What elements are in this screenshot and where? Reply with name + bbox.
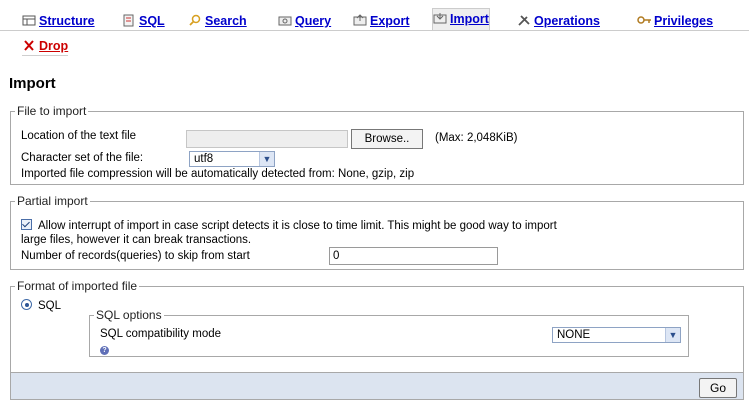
file-to-import-fieldset: File to import Location of the text file…	[10, 104, 744, 185]
file-location-row: Location of the text file Browse.. (Max:…	[21, 129, 741, 149]
allow-interrupt-row: Allow interrupt of import in case script…	[21, 219, 557, 233]
compat-mode-label: SQL compatibility mode	[100, 328, 222, 340]
format-legend: Format of imported file	[15, 279, 140, 293]
sql-options-legend: SQL options	[94, 308, 164, 322]
sql-options-fieldset: SQL options SQL compatibility mode ? NON…	[89, 308, 689, 357]
tab-import[interactable]: Import	[432, 8, 490, 31]
allow-interrupt-checkbox[interactable]	[21, 219, 32, 230]
table-structure-icon	[22, 15, 36, 26]
tab-divider	[0, 30, 749, 31]
help-icon[interactable]: ?	[100, 346, 109, 355]
partial-import-fieldset: Partial import Allow interrupt of import…	[10, 194, 744, 270]
max-size-note: (Max: 2,048KiB)	[435, 132, 518, 144]
file-to-import-legend: File to import	[15, 104, 89, 118]
charset-select[interactable]: utf8 ▼	[189, 151, 275, 167]
format-fieldset: Format of imported file SQL SQL options …	[10, 279, 744, 376]
tab-privileges[interactable]: Privileges	[637, 12, 714, 31]
tab-bar: Structure SQL Search Query Export Import…	[0, 8, 749, 60]
tab-export[interactable]: Export	[353, 12, 410, 31]
export-icon	[353, 14, 367, 26]
privileges-icon	[637, 16, 651, 24]
skip-records-label: Number of records(queries) to skip from …	[21, 250, 250, 262]
format-sql-option[interactable]: SQL	[21, 299, 61, 313]
skip-records-row: Number of records(queries) to skip from …	[21, 247, 741, 265]
compat-mode-select[interactable]: NONE ▼	[552, 327, 681, 343]
search-icon	[189, 14, 201, 26]
query-icon	[278, 16, 292, 26]
chevron-down-icon: ▼	[259, 152, 274, 166]
charset-value: utf8	[194, 153, 214, 165]
go-button[interactable]: Go	[699, 378, 737, 398]
tab-drop[interactable]: Drop	[22, 37, 69, 56]
operations-icon	[518, 15, 530, 26]
sql-icon	[123, 14, 134, 27]
compression-note: Imported file compression will be automa…	[21, 168, 415, 180]
chevron-down-icon: ▼	[665, 328, 680, 342]
file-location-label: Location of the text file	[21, 130, 137, 142]
file-path-input[interactable]	[186, 130, 348, 148]
allow-interrupt-label-line2: large files, however it can break transa…	[21, 234, 252, 246]
tab-query[interactable]: Query	[278, 12, 332, 31]
sql-radio-label: SQL	[38, 300, 62, 312]
allow-interrupt-label-line1: Allow interrupt of import in case script…	[38, 220, 557, 232]
sql-radio[interactable]	[21, 299, 32, 310]
tab-operations[interactable]: Operations	[517, 12, 600, 31]
partial-import-legend: Partial import	[15, 194, 90, 208]
form-footer: Go	[10, 372, 744, 400]
compat-mode-value: NONE	[557, 329, 591, 341]
charset-row: Character set of the file: utf8 ▼	[21, 151, 741, 167]
import-icon	[433, 13, 447, 24]
browse-button[interactable]: Browse..	[351, 129, 423, 149]
charset-label: Character set of the file:	[21, 152, 144, 164]
skip-records-input[interactable]: 0	[329, 247, 498, 265]
tab-search[interactable]: Search	[188, 12, 247, 31]
drop-icon	[24, 40, 34, 51]
compat-help-wrap: ?	[100, 342, 109, 356]
tab-sql[interactable]: SQL	[122, 12, 165, 31]
tab-structure[interactable]: Structure	[22, 12, 95, 31]
page-title: Import	[9, 75, 56, 92]
